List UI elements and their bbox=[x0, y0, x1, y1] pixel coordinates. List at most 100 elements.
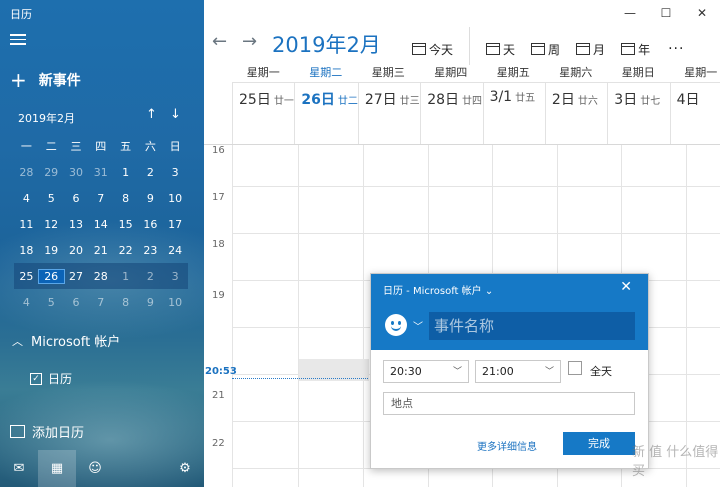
day-cell[interactable]: 31 bbox=[88, 166, 113, 179]
year-view-button[interactable]: 年 bbox=[621, 41, 650, 58]
day-cell[interactable]: 16 bbox=[138, 218, 163, 231]
day-cell[interactable]: 27 bbox=[64, 270, 89, 283]
weekday-header-row: 星期一 星期二 星期三 星期四 星期五 星期六 星期日 星期一 bbox=[232, 64, 720, 80]
checkbox-checked-icon[interactable]: ✓ bbox=[30, 372, 42, 385]
today-button[interactable]: 今天 bbox=[412, 41, 453, 58]
day-cell[interactable]: 2 bbox=[138, 166, 163, 179]
location-input[interactable] bbox=[383, 392, 635, 415]
emoji-smiley-icon[interactable] bbox=[385, 314, 407, 336]
day-cell[interactable]: 4 bbox=[14, 296, 39, 309]
account-group-toggle[interactable]: ︿ Microsoft 帐户 bbox=[12, 331, 120, 351]
day-cell[interactable]: 3 bbox=[163, 166, 188, 179]
today-icon bbox=[412, 43, 426, 55]
day-cell[interactable]: 9 bbox=[138, 192, 163, 205]
arrow-left-icon[interactable]: ← bbox=[212, 31, 227, 52]
done-button[interactable]: 完成 bbox=[563, 432, 635, 455]
maximize-button[interactable]: ☐ bbox=[648, 0, 684, 26]
chevron-down-icon[interactable]: ﹀ bbox=[413, 318, 423, 333]
today-day-cell[interactable]: 26 bbox=[37, 268, 65, 284]
watermark: 新 值 什么值得买 bbox=[632, 445, 719, 479]
arrow-down-icon[interactable]: ↓ bbox=[170, 107, 181, 122]
day-cell[interactable]: 3 bbox=[163, 270, 188, 283]
day-cell[interactable]: 7 bbox=[88, 296, 113, 309]
grid-column-line bbox=[363, 145, 364, 487]
date-header[interactable]: 2日 廿六 bbox=[544, 83, 607, 144]
lunar-date: 廿三 bbox=[399, 96, 420, 107]
day-cell[interactable]: 28 bbox=[88, 270, 113, 283]
add-calendar-button[interactable]: 添加日历 bbox=[10, 422, 84, 441]
start-time-select[interactable]: 20:30 ﹀ bbox=[383, 360, 469, 383]
day-cell[interactable]: 21 bbox=[88, 244, 113, 257]
date-header[interactable]: 27日 廿三 bbox=[357, 83, 420, 144]
current-month-title[interactable]: 2019年2月 bbox=[272, 29, 381, 59]
arrow-right-icon[interactable]: → bbox=[242, 31, 257, 52]
day-cell[interactable]: 30 bbox=[64, 166, 89, 179]
arrow-up-icon[interactable]: ↑ bbox=[146, 107, 157, 122]
lunar-date: 廿二 bbox=[337, 96, 358, 107]
day-cell[interactable]: 9 bbox=[138, 296, 163, 309]
day-cell[interactable]: 4 bbox=[14, 192, 39, 205]
day-cell[interactable]: 20 bbox=[64, 244, 89, 257]
week-view-button[interactable]: 周 bbox=[531, 41, 560, 58]
date-header[interactable]: 3日 廿七 bbox=[607, 83, 669, 144]
date-number: 4日 bbox=[676, 92, 700, 108]
close-icon[interactable]: ✕ bbox=[620, 279, 632, 295]
day-cell[interactable]: 1 bbox=[113, 166, 138, 179]
new-event-button[interactable]: + 新事件 bbox=[10, 70, 81, 90]
day-cell[interactable]: 29 bbox=[39, 166, 64, 179]
day-cell[interactable]: 11 bbox=[14, 218, 39, 231]
end-time-select[interactable]: 21:00 ﹀ bbox=[475, 360, 561, 383]
day-cell[interactable]: 14 bbox=[88, 218, 113, 231]
day-cell[interactable]: 22 bbox=[113, 244, 138, 257]
day-cell[interactable]: 28 bbox=[14, 166, 39, 179]
day-cell[interactable]: 5 bbox=[39, 296, 64, 309]
day-cell[interactable]: 10 bbox=[163, 192, 188, 205]
day-cell[interactable]: 8 bbox=[113, 192, 138, 205]
people-icon[interactable]: ☺ bbox=[76, 450, 114, 487]
week-row: 18 19 20 21 22 23 24 bbox=[14, 237, 188, 263]
calendar-toggle[interactable]: ✓ 日历 bbox=[30, 370, 72, 387]
day-cell[interactable]: 12 bbox=[39, 218, 64, 231]
day-cell[interactable]: 18 bbox=[14, 244, 39, 257]
date-header[interactable]: 4日 bbox=[669, 83, 720, 144]
day-cell[interactable]: 10 bbox=[163, 296, 188, 309]
all-day-checkbox[interactable] bbox=[568, 361, 582, 375]
day-cell[interactable]: 8 bbox=[113, 296, 138, 309]
date-number: 27日 bbox=[364, 92, 397, 108]
day-cell[interactable]: 1 bbox=[113, 270, 138, 283]
day-cell[interactable]: 15 bbox=[113, 218, 138, 231]
more-details-link[interactable]: 更多详细信息 bbox=[477, 438, 537, 453]
minimize-button[interactable]: — bbox=[612, 0, 648, 26]
date-header[interactable]: 28日 廿四 bbox=[420, 83, 482, 144]
lunar-date: 廿七 bbox=[640, 96, 661, 107]
month-view-button[interactable]: 月 bbox=[576, 41, 605, 58]
day-cell[interactable]: 5 bbox=[39, 192, 64, 205]
date-header[interactable]: 25日 廿一 bbox=[232, 83, 294, 144]
day-cell[interactable]: 7 bbox=[88, 192, 113, 205]
new-event-label: 新事件 bbox=[38, 73, 81, 89]
day-cell[interactable]: 23 bbox=[138, 244, 163, 257]
calendar-selector[interactable]: 日历 - Microsoft 帐户 ⌄ bbox=[383, 282, 493, 297]
hamburger-menu-icon[interactable] bbox=[10, 34, 26, 48]
day-cell[interactable]: 24 bbox=[163, 244, 188, 257]
hour-label: 16 bbox=[212, 145, 225, 156]
more-options-icon[interactable]: ··· bbox=[668, 41, 684, 57]
day-cell[interactable]: 25 bbox=[14, 270, 39, 283]
day-cell[interactable]: 6 bbox=[64, 296, 89, 309]
mail-icon[interactable]: ✉ bbox=[0, 450, 38, 487]
settings-gear-icon[interactable]: ⚙ bbox=[166, 450, 204, 487]
close-window-button[interactable]: ✕ bbox=[684, 0, 720, 26]
day-cell[interactable]: 17 bbox=[163, 218, 188, 231]
event-name-input[interactable] bbox=[429, 312, 635, 340]
day-cell[interactable]: 2 bbox=[138, 270, 163, 283]
calendar-icon[interactable]: ▦ bbox=[38, 450, 76, 487]
day-cell[interactable]: 13 bbox=[64, 218, 89, 231]
date-header[interactable]: 3/1 廿五 bbox=[482, 83, 545, 144]
day-view-button[interactable]: 天 bbox=[486, 41, 515, 58]
day-cell[interactable]: 6 bbox=[64, 192, 89, 205]
today-date-header[interactable]: 26日 廿二 bbox=[294, 83, 358, 144]
hour-label: 19 bbox=[212, 290, 225, 301]
plus-icon: + bbox=[10, 68, 27, 92]
mini-calendar-month[interactable]: 2019年2月 bbox=[18, 110, 75, 126]
day-cell[interactable]: 19 bbox=[39, 244, 64, 257]
